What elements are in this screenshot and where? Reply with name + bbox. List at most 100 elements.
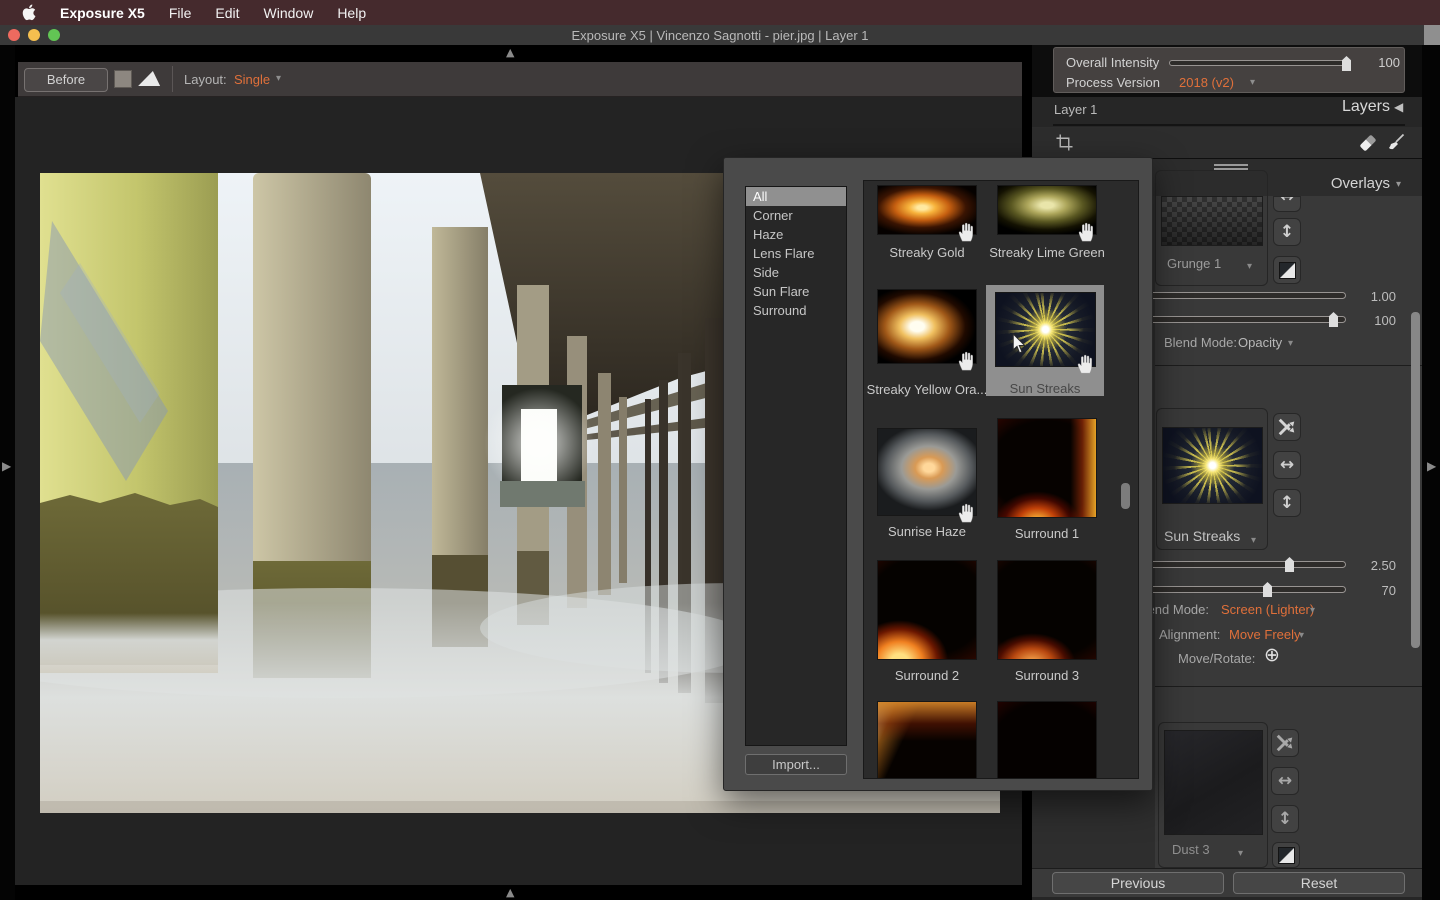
drag-handle-icon[interactable] bbox=[1214, 164, 1248, 166]
dust-dropdown-arrow-icon[interactable]: ▾ bbox=[1238, 849, 1243, 859]
menu-edit[interactable]: Edit bbox=[215, 5, 239, 21]
category-item-haze[interactable]: Haze bbox=[746, 225, 846, 244]
close-window-button[interactable] bbox=[8, 29, 20, 41]
surround-5-thumbnail[interactable] bbox=[997, 701, 1097, 779]
surround-3-thumbnail[interactable] bbox=[997, 560, 1097, 660]
sun-streaks-opacity-slider-thumb[interactable] bbox=[1263, 582, 1272, 597]
sun-streaks-thumbnail[interactable] bbox=[1162, 427, 1263, 504]
window-title-bar: Exposure X5 | Vincenzo Sagnotti - pier.j… bbox=[0, 25, 1440, 45]
layout-value[interactable]: Single bbox=[234, 72, 270, 87]
overall-intensity-slider[interactable] bbox=[1169, 60, 1349, 66]
overlay-option-surround-1[interactable]: Surround 1 bbox=[992, 418, 1102, 541]
shuffle-icon bbox=[1277, 417, 1297, 437]
overall-intensity-label: Overall Intensity bbox=[1066, 55, 1159, 70]
category-item-corner[interactable]: Corner bbox=[746, 206, 846, 225]
overall-intensity-slider-thumb[interactable] bbox=[1342, 56, 1351, 71]
category-item-all[interactable]: All bbox=[746, 187, 846, 206]
reset-button[interactable]: Reset bbox=[1233, 872, 1405, 894]
sun-streaks-blend-dropdown-arrow-icon[interactable]: ▾ bbox=[1310, 606, 1315, 616]
collapse-top-panel-arrow-icon[interactable]: ▲ bbox=[506, 47, 514, 58]
sun-streaks-name: Sun Streaks bbox=[1164, 528, 1240, 544]
previous-button[interactable]: Previous bbox=[1052, 872, 1224, 894]
grab-hand-icon bbox=[954, 347, 978, 373]
invert-mask-button[interactable] bbox=[1272, 842, 1300, 868]
sun-streaks-opacity-slider[interactable] bbox=[1136, 586, 1346, 593]
eraser-icon[interactable] bbox=[1360, 135, 1377, 152]
process-version-dropdown-arrow-icon[interactable]: ▾ bbox=[1250, 78, 1255, 88]
menu-help[interactable]: Help bbox=[337, 5, 366, 21]
overlay-option-surround-4[interactable] bbox=[872, 701, 982, 779]
overlays-collapse-arrow-icon[interactable]: ▾ bbox=[1396, 180, 1401, 190]
streaky-lime-thumbnail[interactable] bbox=[997, 185, 1097, 235]
brush-icon[interactable] bbox=[1386, 132, 1406, 157]
overlay-option-sun-streaks[interactable]: Sun Streaks bbox=[986, 285, 1104, 396]
overlay-option-surround-2[interactable]: Surround 2 bbox=[872, 560, 982, 683]
sun-streaks-size-slider-thumb[interactable] bbox=[1285, 557, 1294, 572]
background-color-swatch[interactable] bbox=[114, 70, 132, 88]
flip-horizontal-button[interactable]: ↔ bbox=[1273, 451, 1301, 479]
overlay-option-streaky-lime-green[interactable]: Streaky Lime Green bbox=[992, 185, 1102, 260]
category-item-side[interactable]: Side bbox=[746, 263, 846, 282]
sun-streaks-size-slider[interactable] bbox=[1136, 561, 1346, 568]
category-item-sun-flare[interactable]: Sun Flare bbox=[746, 282, 846, 301]
streaky-yellow-thumbnail[interactable] bbox=[877, 289, 977, 364]
sun-streaks-blend-mode-value[interactable]: Screen (Lighter) bbox=[1221, 602, 1314, 617]
surround-4-thumbnail[interactable] bbox=[877, 701, 977, 779]
process-version-value[interactable]: 2018 (v2) bbox=[1179, 75, 1234, 90]
overlay-option-surround-3[interactable]: Surround 3 bbox=[992, 560, 1102, 683]
layout-dropdown-arrow-icon[interactable]: ▾ bbox=[276, 74, 281, 84]
grunge-blend-mode-value[interactable]: Opacity bbox=[1238, 335, 1282, 350]
flip-horizontal-button[interactable]: ↔ bbox=[1273, 196, 1301, 212]
overlay-option-surround-5[interactable] bbox=[992, 701, 1102, 779]
sun-streaks-thumbnail[interactable] bbox=[995, 292, 1096, 367]
invert-mask-button[interactable] bbox=[1273, 256, 1301, 284]
expand-bottom-panel-arrow-icon[interactable]: ▲ bbox=[506, 887, 514, 898]
overlay-option-label: Sun Streaks bbox=[1010, 381, 1081, 396]
panel-scrollbar[interactable] bbox=[1411, 312, 1420, 648]
flip-vertical-button[interactable]: ↕ bbox=[1273, 489, 1301, 517]
overlay-option-sunrise-haze[interactable]: Sunrise Haze bbox=[872, 428, 982, 539]
grid-scrollbar[interactable] bbox=[1121, 483, 1130, 509]
randomize-button[interactable] bbox=[1271, 729, 1299, 757]
sun-streaks-dropdown-arrow-icon[interactable]: ▾ bbox=[1251, 536, 1256, 546]
surround-2-thumbnail[interactable] bbox=[877, 560, 977, 660]
move-rotate-label: Move/Rotate: bbox=[1178, 651, 1255, 666]
flip-horizontal-button[interactable]: ↔ bbox=[1271, 767, 1299, 795]
menu-bar: Exposure X5 File Edit Window Help bbox=[0, 0, 1440, 25]
grunge-blend-dropdown-arrow-icon[interactable]: ▾ bbox=[1288, 339, 1293, 349]
sunrise-haze-thumbnail[interactable] bbox=[877, 428, 977, 516]
crop-icon[interactable] bbox=[1056, 134, 1073, 156]
menu-file[interactable]: File bbox=[169, 5, 192, 21]
grunge-dropdown-arrow-icon[interactable]: ▾ bbox=[1247, 262, 1252, 272]
category-item-surround[interactable]: Surround bbox=[746, 301, 846, 320]
flip-vertical-button[interactable]: ↕ bbox=[1273, 218, 1301, 246]
overall-intensity-box: Overall Intensity 100 Process Version 20… bbox=[1053, 47, 1405, 93]
menu-window[interactable]: Window bbox=[264, 5, 314, 21]
category-item-lens-flare[interactable]: Lens Flare bbox=[746, 244, 846, 263]
split-preview-icon[interactable] bbox=[138, 71, 164, 86]
zoom-window-button[interactable] bbox=[48, 29, 60, 41]
grab-hand-icon bbox=[1073, 350, 1097, 376]
alignment-value[interactable]: Move Freely bbox=[1229, 627, 1301, 642]
apple-menu-icon[interactable] bbox=[22, 4, 36, 21]
expand-left-panel-arrow-icon[interactable]: ▶ bbox=[2, 460, 11, 472]
expand-right-panel-arrow-icon[interactable]: ▶ bbox=[1427, 460, 1436, 472]
grunge-opacity-slider[interactable] bbox=[1136, 316, 1346, 323]
layers-collapse-arrow-icon[interactable]: ◀ bbox=[1394, 101, 1403, 113]
minimize-window-button[interactable] bbox=[28, 29, 40, 41]
surround-1-thumbnail[interactable] bbox=[997, 418, 1097, 518]
move-rotate-target-icon[interactable]: ⊕ bbox=[1264, 646, 1280, 665]
grunge-opacity-slider-thumb[interactable] bbox=[1329, 312, 1338, 327]
import-button[interactable]: Import... bbox=[745, 754, 847, 775]
menu-app-name[interactable]: Exposure X5 bbox=[60, 5, 145, 21]
before-button[interactable]: Before bbox=[24, 68, 108, 92]
grunge-thumbnail[interactable] bbox=[1161, 196, 1263, 246]
flip-vertical-button[interactable]: ↕ bbox=[1271, 805, 1299, 833]
overlay-option-streaky-gold[interactable]: Streaky Gold bbox=[872, 185, 982, 260]
dust-thumbnail[interactable] bbox=[1164, 730, 1263, 835]
streaky-gold-thumbnail[interactable] bbox=[877, 185, 977, 235]
alignment-dropdown-arrow-icon[interactable]: ▾ bbox=[1299, 631, 1304, 641]
grunge-amount-slider[interactable] bbox=[1136, 292, 1346, 299]
overlay-option-streaky-yellow-ora-[interactable]: Streaky Yellow Ora... bbox=[872, 289, 982, 397]
randomize-button[interactable] bbox=[1273, 413, 1301, 441]
